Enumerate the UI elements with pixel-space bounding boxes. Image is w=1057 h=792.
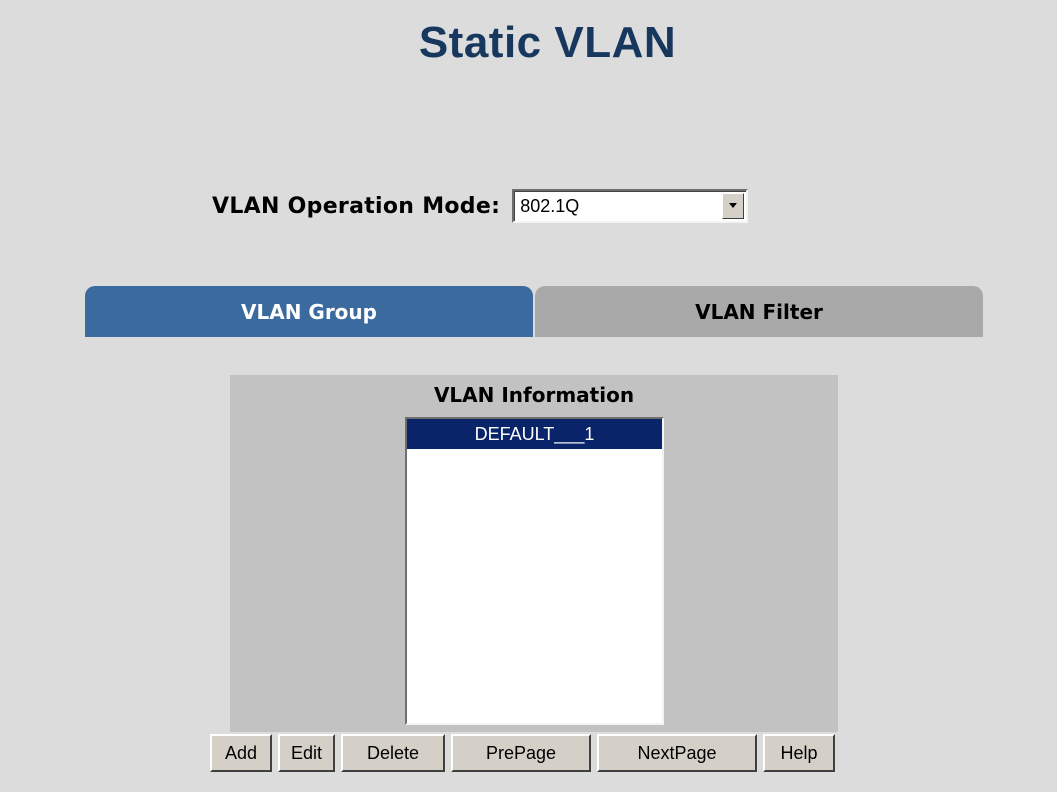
vlan-mode-selected-value: 802.1Q <box>520 196 580 216</box>
vlan-tabs: VLAN Group VLAN Filter <box>85 286 983 337</box>
vlan-mode-select[interactable]: 802.1Q <box>512 189 749 223</box>
action-button-row: Add Edit Delete PrePage NextPage Help <box>210 734 841 772</box>
nextpage-button[interactable]: NextPage <box>597 734 757 772</box>
chevron-down-icon <box>729 203 738 208</box>
dropdown-button[interactable] <box>722 193 745 219</box>
vlan-list[interactable]: DEFAULT___1 <box>405 417 664 725</box>
vlan-info-panel: VLAN Information DEFAULT___1 <box>230 375 838 732</box>
tab-vlan-filter[interactable]: VLAN Filter <box>535 286 983 337</box>
help-button[interactable]: Help <box>763 734 835 772</box>
page-title: Static VLAN <box>418 18 677 67</box>
delete-button[interactable]: Delete <box>341 734 445 772</box>
tab-vlan-group[interactable]: VLAN Group <box>85 286 533 337</box>
prepage-button[interactable]: PrePage <box>451 734 591 772</box>
vlan-info-title: VLAN Information <box>433 383 635 407</box>
add-button[interactable]: Add <box>210 734 272 772</box>
vlan-list-item[interactable]: DEFAULT___1 <box>407 419 662 449</box>
vlan-mode-row: VLAN Operation Mode: 802.1Q <box>212 186 749 226</box>
edit-button[interactable]: Edit <box>278 734 335 772</box>
vlan-mode-label: VLAN Operation Mode: <box>212 193 501 219</box>
